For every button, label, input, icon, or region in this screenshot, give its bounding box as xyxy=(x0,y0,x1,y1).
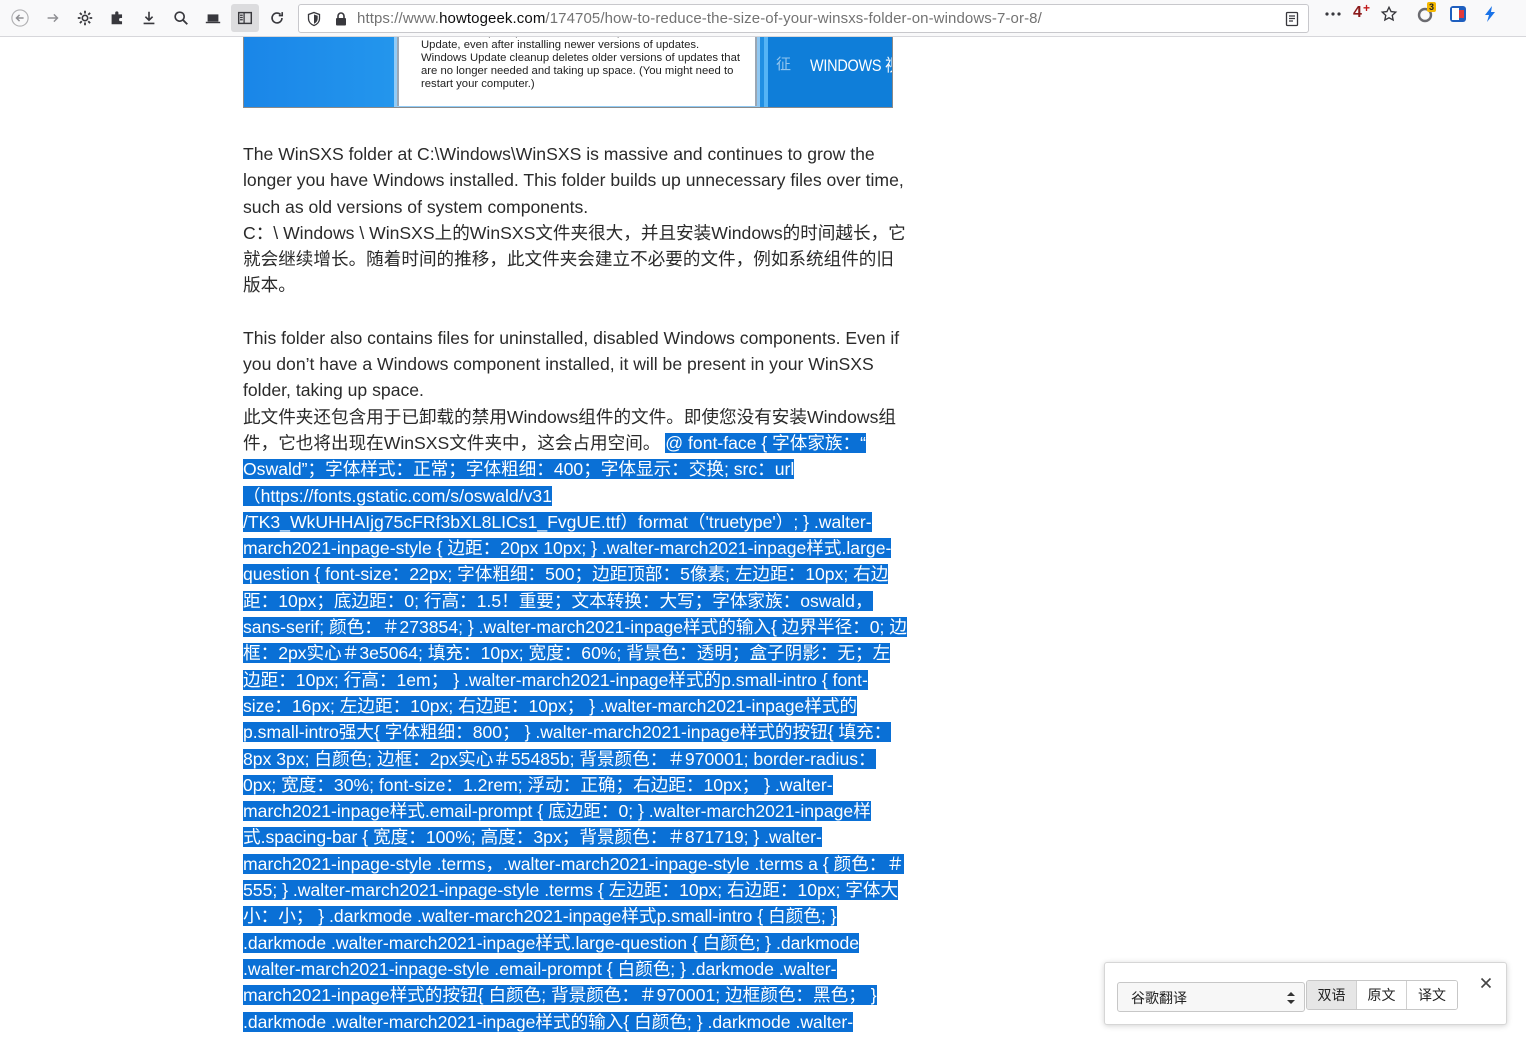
more-horizontal-icon xyxy=(1325,12,1341,16)
paragraph-2-zh: 此文件夹还包含用于已卸载的禁用Windows组件的文件。即使您没有安装Windo… xyxy=(243,404,907,1035)
article-hero-image: Windows keeps copies of all installed up… xyxy=(243,37,893,108)
bookmark-star-button[interactable] xyxy=(1378,4,1400,24)
extensions-button[interactable] xyxy=(103,4,131,32)
screen-button[interactable] xyxy=(199,4,227,32)
translate-mode-tabs: 双语 原文 译文 xyxy=(1306,980,1458,1010)
extension-ring-button[interactable]: 3 xyxy=(1414,2,1438,24)
hero-banner: 征 WINDOWS 视 xyxy=(764,37,893,107)
extension-bolt-button[interactable] xyxy=(1479,4,1501,24)
puzzle-icon xyxy=(111,11,123,25)
arrow-left-icon xyxy=(11,9,29,27)
lock-icon[interactable] xyxy=(332,10,350,28)
extension-translate-button[interactable] xyxy=(1447,4,1469,24)
reader-mode-icon[interactable] xyxy=(1283,10,1301,28)
close-icon xyxy=(1480,977,1492,989)
reload-icon xyxy=(271,12,284,24)
paragraph-2-en: This folder also contains files for unin… xyxy=(243,327,900,401)
forward-button[interactable] xyxy=(39,4,67,32)
reload-button[interactable] xyxy=(263,4,291,32)
tab-translation[interactable]: 译文 xyxy=(1407,981,1457,1009)
select-arrows-icon xyxy=(1287,992,1295,1004)
settings-button[interactable] xyxy=(71,4,99,32)
arrow-right-icon xyxy=(47,13,59,23)
tab-bilingual[interactable]: 双语 xyxy=(1307,981,1357,1009)
search-button[interactable] xyxy=(167,4,195,32)
paragraph-1-en: The WinSXS folder at C:\Windows\WinSXS i… xyxy=(243,144,904,217)
monitor-icon xyxy=(205,14,221,24)
hero-ghost-label: 征 xyxy=(776,56,792,73)
browser-toolbar: https://www.howtogeek.com/174705/how-to-… xyxy=(0,0,1526,37)
gear-icon xyxy=(77,10,93,26)
translate-extension-icon xyxy=(1450,6,1466,22)
star-icon xyxy=(1380,5,1398,22)
translate-popup: 谷歌翻译 双语 原文 译文 xyxy=(1104,962,1507,1025)
search-icon xyxy=(174,11,188,25)
article-body: The WinSXS folder at C:\Windows\WinSXS i… xyxy=(243,141,907,1035)
extension-4-badge[interactable]: 4 + xyxy=(1350,1,1372,24)
hero-caption: Windows keeps copies of all installed up… xyxy=(421,37,741,90)
paragraph-1-zh: C：\ Windows \ WinSXS上的WinSXS文件夹很大，并且安装Wi… xyxy=(243,222,906,296)
selected-text[interactable]: @ font-face { 字体家族：“ Oswald”；字体样式：正常；字体粗… xyxy=(243,432,907,1032)
tab-original[interactable]: 原文 xyxy=(1357,981,1407,1009)
url-text[interactable]: https://www.howtogeek.com/174705/how-to-… xyxy=(357,10,1042,27)
url-bar[interactable]: https://www.howtogeek.com/174705/how-to-… xyxy=(298,4,1309,33)
translate-engine-select[interactable]: 谷歌翻译 xyxy=(1117,982,1305,1012)
shield-icon[interactable] xyxy=(305,10,323,28)
reader-view-button[interactable] xyxy=(231,4,259,32)
lightning-icon xyxy=(1485,6,1495,22)
close-button[interactable] xyxy=(1476,973,1496,993)
downloads-button[interactable] xyxy=(135,4,163,32)
download-icon xyxy=(143,11,155,25)
translate-engine-label: 谷歌翻译 xyxy=(1131,991,1187,1007)
page-actions-button[interactable] xyxy=(1322,4,1344,24)
sidebar-icon xyxy=(237,11,253,25)
hero-dialog-panel: Windows keeps copies of all installed up… xyxy=(397,37,757,106)
back-button[interactable] xyxy=(6,4,34,32)
hero-label: WINDOWS 视 xyxy=(810,56,893,75)
